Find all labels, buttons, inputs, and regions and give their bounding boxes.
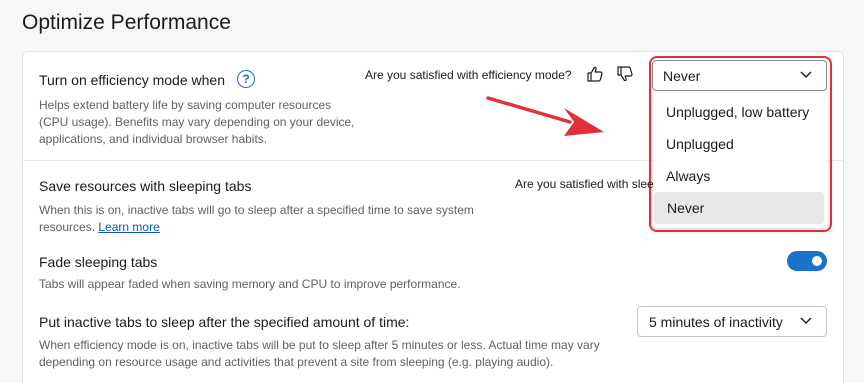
efficiency-mode-title: Turn on efficiency mode when xyxy=(39,72,225,88)
inactive-timeout-select[interactable]: 5 minutes of inactivity xyxy=(637,306,827,337)
sleeping-tabs-title: Save resources with sleeping tabs xyxy=(39,178,252,194)
inactive-timeout-selected-value: 5 minutes of inactivity xyxy=(649,313,783,330)
sleeping-tabs-desc-line: resources. xyxy=(39,220,96,234)
sleeping-tabs-desc-line: When this is on, inactive tabs will go t… xyxy=(39,203,474,217)
thumbs-down-icon[interactable] xyxy=(615,64,635,84)
efficiency-desc-line: (CPU usage). Benefits may vary depending… xyxy=(39,115,355,129)
efficiency-mode-description: Helps extend battery life by saving comp… xyxy=(39,97,355,148)
toggle-knob xyxy=(812,256,822,266)
sleeping-tabs-description: When this is on, inactive tabs will go t… xyxy=(39,202,474,236)
efficiency-desc-line: Helps extend battery life by saving comp… xyxy=(39,98,332,112)
dropdown-highlight-box xyxy=(649,56,832,232)
efficiency-survey-text: Are you satisfied with efficiency mode? xyxy=(365,68,572,82)
fade-sleeping-tabs-title: Fade sleeping tabs xyxy=(39,254,158,270)
learn-more-link[interactable]: Learn more xyxy=(98,220,159,234)
inactive-tabs-description: When efficiency mode is on, inactive tab… xyxy=(39,337,600,371)
efficiency-desc-line: applications, and individual browser hab… xyxy=(39,132,268,146)
page-title: Optimize Performance xyxy=(22,11,231,34)
thumbs-up-icon[interactable] xyxy=(585,64,605,84)
fade-sleeping-tabs-description: Tabs will appear faded when saving memor… xyxy=(39,277,461,291)
inactive-desc-line: When efficiency mode is on, inactive tab… xyxy=(39,338,600,352)
fade-sleeping-tabs-toggle[interactable] xyxy=(787,251,827,271)
inactive-tabs-title: Put inactive tabs to sleep after the spe… xyxy=(39,314,410,330)
chevron-down-icon xyxy=(800,317,812,324)
question-circle-icon[interactable]: ? xyxy=(237,70,255,88)
inactive-desc-line: depending on resource usage and activiti… xyxy=(39,355,554,369)
sleeping-tabs-survey-text: Are you satisfied with slee xyxy=(515,177,654,191)
annotation-arrow-icon xyxy=(486,96,604,136)
